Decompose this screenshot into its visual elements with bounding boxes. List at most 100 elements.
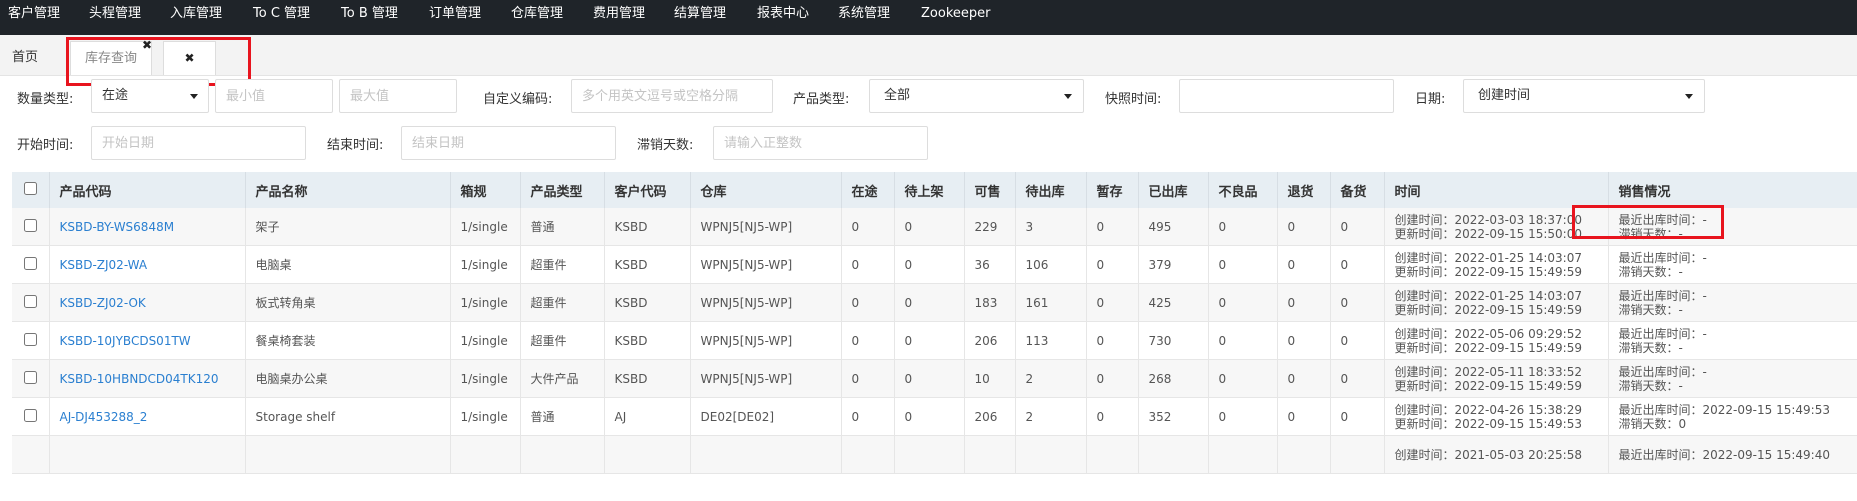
nav-item-9[interactable]: 报表中心	[757, 0, 809, 28]
time-cell: 创建时间：2022-05-06 09:29:52 更新时间：2022-09-15 …	[1384, 321, 1609, 360]
sales-info-cell: 最近出库时间：- 滞销天数：-	[1608, 283, 1857, 322]
nav-item-5[interactable]: 订单管理	[429, 0, 481, 28]
cell-name: 板式转角桌	[245, 283, 451, 322]
cell-pending-shelf	[894, 435, 965, 474]
row-checkbox[interactable]	[23, 332, 37, 346]
created-time-line: 创建时间：2022-05-06 09:29:52	[1394, 326, 1582, 341]
cell-returned: 0	[1277, 397, 1331, 436]
nav-item-10[interactable]: 系统管理	[838, 0, 890, 28]
date-type-value: 创建时间	[1478, 88, 1531, 103]
table-row: KSBD-ZJ02-WA 电脑桌 1/single 超重件 KSBD WPNJ5[NJ5-…	[12, 245, 1857, 284]
sales-info-cell: 最近出库时间：- 滞销天数：-	[1608, 359, 1857, 398]
nav-item-7[interactable]: 费用管理	[593, 0, 645, 28]
product-code-link[interactable]: KSBD-10JYBCDS01TW	[60, 334, 191, 348]
cell-defective: 0	[1208, 359, 1278, 398]
close-all-tabs-button[interactable]: ✖	[163, 41, 216, 75]
stale-days-input[interactable]	[713, 126, 928, 160]
cell-transit	[841, 435, 895, 474]
nav-item-0[interactable]: 客户管理	[8, 0, 60, 28]
cell-name: 电脑桌	[245, 245, 451, 284]
product-type-select[interactable]: 全部	[869, 79, 1084, 113]
cell-type: 普通	[520, 397, 605, 436]
product-code-link[interactable]: KSBD-ZJ02-WA	[60, 258, 148, 272]
cell-temp: 0	[1086, 245, 1139, 284]
table-row: KSBD-10HBNDCD04TK120 电脑桌办公桌 1/single 大件产品 KS…	[12, 359, 1857, 398]
cell-warehouse: WPNJ5[NJ5-WP]	[690, 208, 842, 246]
nav-item-4[interactable]: To B 管理	[341, 0, 398, 28]
cell-sellable: 10	[964, 359, 1016, 398]
last-out-line: 最近出库时间：-	[1618, 326, 1707, 341]
row-checkbox[interactable]	[23, 218, 37, 232]
table-row: KSBD-10JYBCDS01TW 餐桌椅套装 1/single 超重件 KSBD WPN…	[12, 321, 1857, 360]
tab-inventory-query[interactable]: 库存查询	[70, 41, 152, 75]
col-header-shipped: 已出库	[1138, 172, 1209, 208]
col-header-sales-info: 销售情况	[1608, 172, 1857, 208]
tab-close-icon[interactable]: ✖	[142, 38, 152, 52]
product-code-link[interactable]: KSBD-10HBNDCD04TK120	[60, 372, 219, 386]
nav-item-11[interactable]: Zookeeper	[921, 0, 990, 28]
nav-item-1[interactable]: 头程管理	[89, 0, 141, 28]
top-nav: 客户管理 头程管理 入库管理 To C 管理 To B 管理 订单管理 仓库管理 费用管理 结算…	[0, 0, 1857, 35]
nav-item-2[interactable]: 入库管理	[170, 0, 222, 28]
cell-customer	[604, 435, 691, 474]
cell-stock: 0	[1330, 397, 1385, 436]
end-date-input[interactable]	[401, 126, 616, 160]
start-date-input[interactable]	[91, 126, 306, 160]
updated-time-line: 更新时间：2022-09-15 15:49:59	[1394, 302, 1582, 317]
custom-code-input[interactable]	[571, 79, 773, 113]
row-checkbox[interactable]	[23, 256, 37, 270]
cell-returned: 0	[1277, 208, 1331, 246]
cell-customer: KSBD	[604, 321, 691, 360]
cell-sellable: 229	[964, 208, 1016, 246]
time-cell: 创建时间：2022-01-25 14:03:07 更新时间：2022-09-15 …	[1384, 283, 1609, 322]
row-checkbox[interactable]	[23, 370, 37, 384]
cell-pending-out: 2	[1015, 359, 1087, 398]
date-type-select[interactable]: 创建时间	[1463, 79, 1705, 113]
nav-item-8[interactable]: 结算管理	[674, 0, 726, 28]
col-header-box-spec: 箱规	[450, 172, 521, 208]
cell-stock	[1330, 435, 1385, 474]
product-code-link[interactable]: KSBD-BY-WS6848M	[60, 220, 175, 234]
cell-temp	[1086, 435, 1139, 474]
cell-customer: AJ	[604, 397, 691, 436]
min-value-input[interactable]	[215, 79, 333, 113]
nav-item-3[interactable]: To C 管理	[253, 0, 310, 28]
qty-type-select[interactable]: 在途	[91, 79, 209, 113]
created-time-line: 创建时间：2022-04-26 15:38:29	[1394, 402, 1582, 417]
tab-home[interactable]: 首页	[0, 41, 60, 74]
sales-info-cell: 最近出库时间：2022-09-15 15:49:40	[1608, 435, 1857, 474]
col-header-pending-out: 待出库	[1015, 172, 1087, 208]
cell-defective	[1208, 435, 1278, 474]
cell-pending-out: 106	[1015, 245, 1087, 284]
created-time-line: 创建时间：2022-01-25 14:03:07	[1394, 288, 1582, 303]
nav-item-6[interactable]: 仓库管理	[511, 0, 563, 28]
cell-pending-out: 113	[1015, 321, 1087, 360]
row-checkbox-cell	[12, 435, 50, 474]
created-time-line: 创建时间：2022-03-03 18:37:00	[1394, 212, 1582, 227]
cell-customer: KSBD	[604, 208, 691, 246]
row-checkbox[interactable]	[23, 408, 37, 422]
max-value-input[interactable]	[339, 79, 457, 113]
time-cell: 创建时间：2022-03-03 18:37:00 更新时间：2022-09-15 …	[1384, 208, 1609, 246]
cell-spec: 1/single	[450, 283, 521, 322]
chevron-down-icon	[190, 94, 198, 99]
cell-spec	[450, 435, 521, 474]
snapshot-time-input[interactable]	[1179, 79, 1394, 113]
row-checkbox[interactable]	[23, 294, 37, 308]
created-time-line: 创建时间：2022-01-25 14:03:07	[1394, 250, 1582, 265]
cell-type: 超重件	[520, 283, 605, 322]
select-all-checkbox[interactable]	[23, 181, 37, 195]
product-code-link[interactable]: KSBD-ZJ02-OK	[60, 296, 146, 310]
product-code-link[interactable]: AJ-DJ453288_2	[60, 410, 148, 424]
sales-info-cell: 最近出库时间：- 滞销天数：-	[1608, 245, 1857, 284]
cell-pending-out	[1015, 435, 1087, 474]
cell-returned: 0	[1277, 359, 1331, 398]
sales-info-cell: 最近出库时间：- 滞销天数：-	[1608, 208, 1857, 246]
product-code-cell: AJ-DJ453288_2	[49, 397, 246, 436]
qty-type-value: 在途	[102, 88, 129, 103]
cell-sellable: 206	[964, 321, 1016, 360]
table-row: AJ-DJ453288_2 Storage shelf 1/single 普通 AJ DE…	[12, 397, 1857, 436]
cell-stock: 0	[1330, 283, 1385, 322]
qty-type-label: 数量类型:	[17, 92, 74, 107]
inventory-table: 产品代码 产品名称 箱规 产品类型 客户代码 仓库 在途 待上架 可售 待出库 暂存 已出库 不良品 退货…	[12, 172, 1857, 501]
